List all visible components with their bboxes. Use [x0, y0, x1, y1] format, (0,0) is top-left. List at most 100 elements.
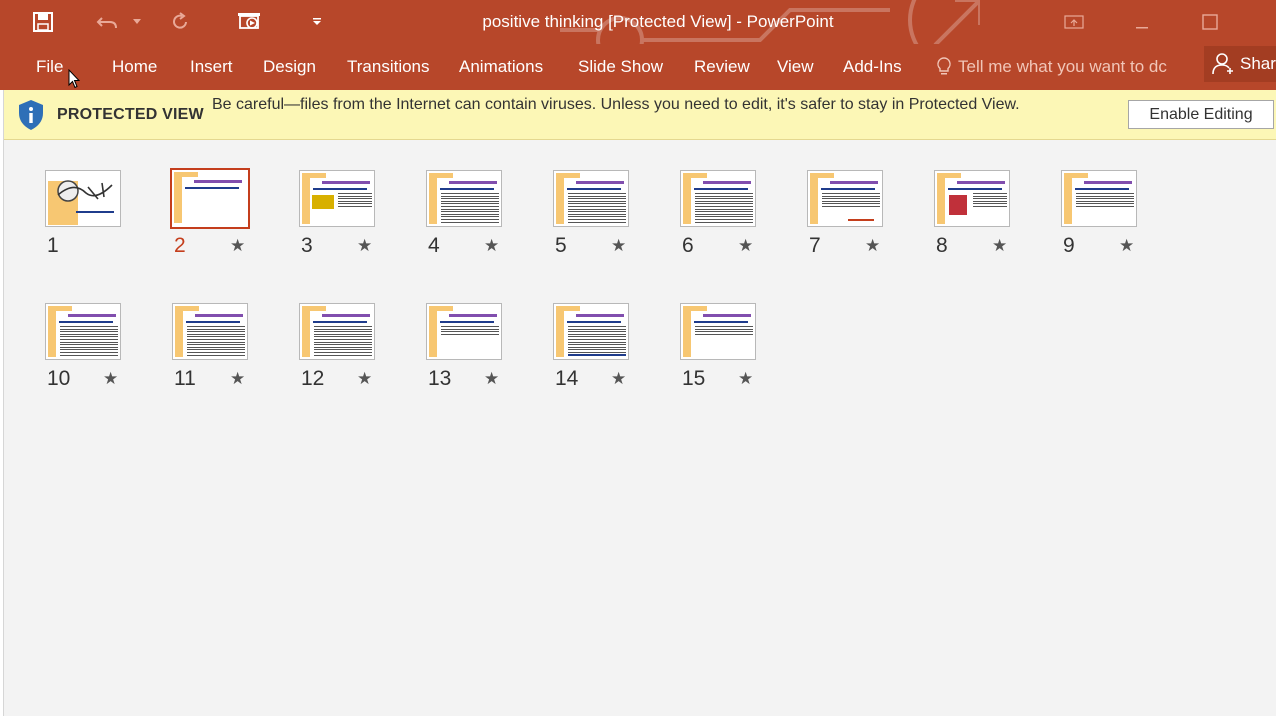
animation-star-icon[interactable]: ★ — [611, 370, 626, 387]
slide-text-line — [441, 193, 499, 194]
slide-text-line — [822, 203, 880, 205]
tab-home[interactable]: Home — [112, 54, 157, 80]
tell-me-search[interactable]: Tell me what you want to dc — [936, 54, 1167, 80]
slide-text-line — [568, 333, 626, 335]
animation-star-icon[interactable]: ★ — [992, 237, 1007, 254]
slide-thumbnail[interactable] — [426, 170, 502, 227]
slide-thumbnail[interactable] — [934, 170, 1010, 227]
maximize-icon[interactable] — [1176, 0, 1244, 44]
tab-transitions[interactable]: Transitions — [347, 54, 430, 80]
slide-thumbnail[interactable] — [299, 303, 375, 360]
slide-thumbnail[interactable] — [553, 303, 629, 360]
slide-thumbnail[interactable] — [299, 170, 375, 227]
slide-image — [949, 195, 967, 215]
slide-number: 15 — [682, 367, 706, 390]
slide-text-line — [187, 331, 245, 333]
tab-file[interactable]: File — [36, 54, 63, 80]
animation-star-icon[interactable]: ★ — [357, 237, 372, 254]
slide-text-line — [314, 339, 372, 340]
tab-animations[interactable]: Animations — [459, 54, 543, 80]
ribbon-display-options-icon[interactable] — [1040, 0, 1108, 44]
slide-decoration — [48, 306, 56, 357]
slide-thumbnail[interactable] — [680, 170, 756, 227]
slide-thumbnail[interactable] — [426, 303, 502, 360]
animation-star-icon[interactable]: ★ — [738, 370, 753, 387]
slide-thumbnail[interactable] — [170, 168, 250, 229]
slide-thumbnail[interactable] — [807, 170, 883, 227]
slide-text-line — [822, 200, 880, 202]
tab-review[interactable]: Review — [694, 54, 750, 80]
slide-text-line — [338, 198, 372, 200]
slide-text-line — [441, 326, 499, 327]
slide-text-line — [568, 331, 626, 333]
slide-decoration — [821, 188, 875, 190]
slide-thumbnail[interactable] — [553, 170, 629, 227]
slide-decoration — [683, 173, 691, 224]
slide-text-line — [60, 341, 118, 343]
ribbon-tab-bar: File Home Insert Design Transitions Anim… — [0, 44, 1276, 90]
tab-slide-show[interactable]: Slide Show — [578, 54, 663, 80]
animation-star-icon[interactable]: ★ — [484, 237, 499, 254]
slide-text-line — [695, 213, 753, 215]
slide-text-line — [60, 349, 118, 351]
slide-text-line — [568, 352, 626, 353]
animation-star-icon[interactable]: ★ — [1119, 237, 1134, 254]
slide-thumbnail[interactable] — [45, 303, 121, 360]
slide-text-line — [338, 200, 372, 202]
slide-thumbnail[interactable] — [680, 303, 756, 360]
slide-text-line — [695, 193, 753, 194]
slide-text-line — [695, 216, 753, 218]
title-bar: positive thinking [Protected View] - Pow… — [0, 0, 1276, 44]
slide-thumbnail[interactable] — [45, 170, 121, 227]
slide-text-line — [441, 198, 499, 200]
slide-text-line — [568, 336, 626, 338]
slide-decoration — [440, 321, 494, 323]
slide-text-line — [695, 219, 753, 220]
slide-text-line — [187, 339, 245, 340]
tab-add-ins[interactable]: Add-Ins — [843, 54, 902, 80]
lightbulb-icon — [937, 57, 951, 75]
slide-text-line — [568, 213, 626, 215]
slide-text-line — [60, 339, 118, 340]
slide-text-line — [568, 211, 626, 213]
slide-text-line — [568, 339, 626, 340]
tab-view[interactable]: View — [777, 54, 814, 80]
animation-star-icon[interactable]: ★ — [230, 237, 245, 254]
slide-text-line — [60, 333, 118, 335]
tab-design[interactable]: Design — [263, 54, 316, 80]
slide-text-line — [695, 195, 753, 197]
tab-insert[interactable]: Insert — [190, 54, 233, 80]
slide-text-line — [187, 336, 245, 338]
slide-decoration — [302, 306, 310, 357]
animation-star-icon[interactable]: ★ — [738, 237, 753, 254]
slide-text-line — [568, 193, 626, 194]
slide-title-mark — [68, 314, 116, 317]
slide-text-line — [1076, 206, 1134, 207]
enable-editing-button[interactable]: Enable Editing — [1128, 100, 1274, 129]
slide-text-line — [187, 341, 245, 343]
animation-star-icon[interactable]: ★ — [357, 370, 372, 387]
slide-decoration — [429, 173, 453, 178]
slide-text-line — [568, 200, 626, 202]
slide-text-line — [60, 344, 118, 346]
slide-text-line — [973, 206, 1007, 207]
slide-decoration — [683, 173, 707, 178]
slide-text-line — [187, 328, 245, 330]
animation-star-icon[interactable]: ★ — [865, 237, 880, 254]
slide-text-line — [973, 198, 1007, 200]
slide-decoration — [568, 354, 626, 356]
minimize-icon[interactable] — [1108, 0, 1176, 44]
animation-star-icon[interactable]: ★ — [230, 370, 245, 387]
share-button[interactable]: Shar — [1204, 46, 1276, 82]
slide-text-line — [973, 193, 1007, 194]
slide-text-line — [441, 211, 499, 213]
slide-thumbnail[interactable] — [172, 303, 248, 360]
slide-text-line — [568, 216, 626, 218]
animation-star-icon[interactable]: ★ — [611, 237, 626, 254]
animation-star-icon[interactable]: ★ — [484, 370, 499, 387]
slide-thumbnail[interactable] — [1061, 170, 1137, 227]
slide-text-line — [695, 333, 753, 335]
slide-text-line — [314, 346, 372, 348]
slide-decoration — [1064, 173, 1072, 224]
animation-star-icon[interactable]: ★ — [103, 370, 118, 387]
